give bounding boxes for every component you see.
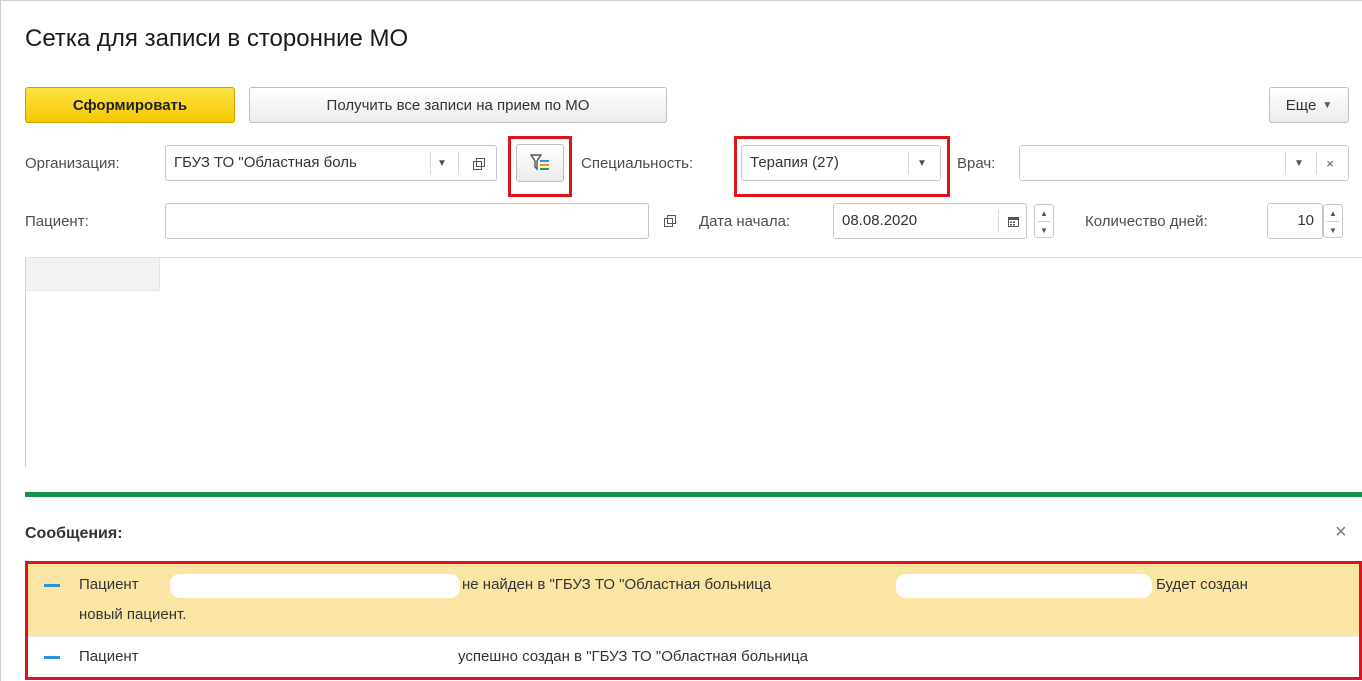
patient-label: Пациент: [25,213,89,230]
doctor-field[interactable]: ▼ × [1019,145,1349,181]
form-window: Сетка для записи в сторонние МО Сформиро… [0,0,1362,681]
organization-label: Организация: [25,155,120,172]
chevron-down-icon[interactable]: ▼ [1291,155,1307,171]
days-count-value: 10 [1297,212,1314,229]
message-text: новый пациент. [79,606,187,623]
open-icon[interactable] [470,155,486,171]
patient-field[interactable] [165,203,649,239]
start-date-spinner[interactable]: ▲ ▼ [1034,204,1054,238]
message-item[interactable]: Пациент не найден в "ГБУЗ ТО "Областная … [28,564,1359,636]
days-count-label: Количество дней: [1085,213,1208,230]
redacted-area [896,574,1152,598]
schedule-grid[interactable] [25,257,1362,467]
specialty-field[interactable]: Терапия (27) ▼ [741,145,941,181]
page-title: Сетка для записи в сторонние МО [25,25,409,52]
arrow-down-icon[interactable]: ▼ [1035,222,1053,238]
more-label: Еще [1285,96,1317,114]
messages-title: Сообщения: [25,525,123,542]
open-icon[interactable] [661,212,677,228]
organization-field[interactable]: ГБУЗ ТО "Областная боль ▼ [165,145,497,181]
specialty-value: Терапия (27) [750,154,839,171]
panel-divider[interactable] [25,492,1362,497]
message-text: Пациент [79,576,139,593]
close-icon[interactable]: × [1335,521,1347,544]
message-text: Пациент [79,648,139,665]
filter-button[interactable] [516,144,564,182]
arrow-down-icon[interactable]: ▼ [1324,222,1342,238]
days-count-field[interactable]: 10 [1267,203,1323,239]
more-button[interactable]: Еще ▼ [1269,87,1349,123]
get-all-appointments-button[interactable]: Получить все записи на прием по МО [249,87,667,123]
dash-icon [44,584,60,587]
days-count-spinner[interactable]: ▲ ▼ [1323,204,1343,238]
organization-value: ГБУЗ ТО "Областная боль [174,154,357,171]
message-text: не найден в "ГБУЗ ТО "Областная больница [462,576,772,593]
chevron-down-icon[interactable]: ▼ [914,155,930,171]
redacted-area [170,574,460,598]
clear-icon[interactable]: × [1322,155,1338,171]
message-text: успешно создан в "ГБУЗ ТО "Областная бол… [458,648,808,665]
doctor-label: Врач: [957,155,996,172]
messages-list: Пациент не найден в "ГБУЗ ТО "Областная … [25,561,1362,680]
start-date-label: Дата начала: [699,213,791,230]
arrow-up-icon[interactable]: ▲ [1035,205,1053,221]
dash-icon [44,656,60,659]
generate-button[interactable]: Сформировать [25,87,235,123]
grid-header-cell [26,258,160,291]
chevron-down-icon: ▼ [1322,99,1333,111]
chevron-down-icon[interactable]: ▼ [434,155,450,171]
calendar-icon[interactable] [1005,213,1021,229]
message-item[interactable]: Пациент успешно создан в "ГБУЗ ТО "Облас… [28,636,1359,677]
start-date-value: 08.08.2020 [842,212,918,229]
message-text: Будет создан [1156,576,1248,593]
filter-list-icon [530,154,549,171]
specialty-label: Специальность: [581,155,694,172]
arrow-up-icon[interactable]: ▲ [1324,205,1342,221]
start-date-field[interactable]: 08.08.2020 [833,203,1027,239]
